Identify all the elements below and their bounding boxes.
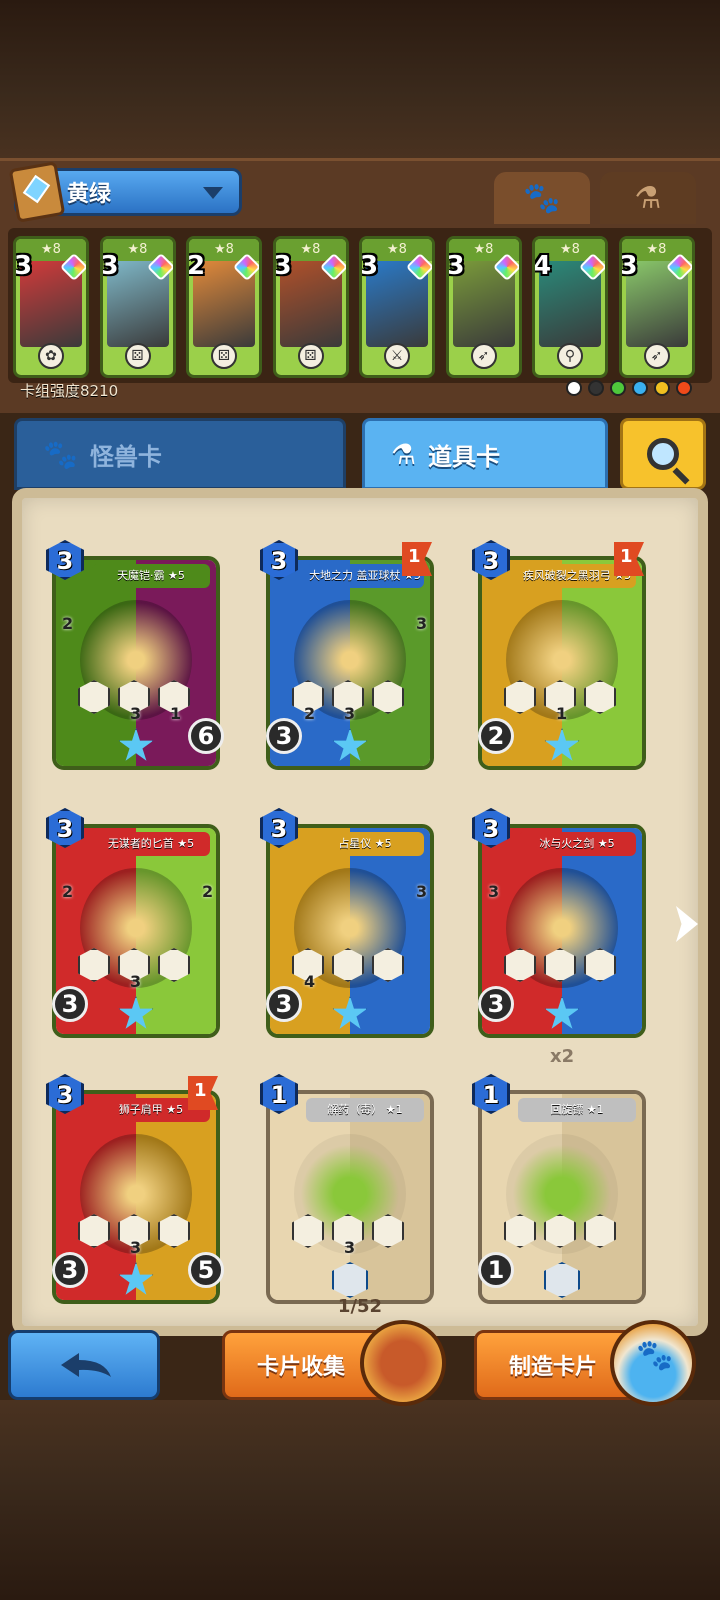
search-icon [647,438,679,470]
effect-value: 1 [556,704,568,723]
sword-icon: ⚔ [384,343,410,369]
back-arrow-icon [61,1353,111,1377]
effect-value: 3 [344,1238,356,1257]
card-title: 回旋镖 ★1 [518,1098,636,1122]
deck-card-slot[interactable]: ★8 3 ⚄ [272,236,349,378]
deck-card-slot[interactable]: ★8 2 ⚄ [186,236,262,378]
card-cost: 3 [619,251,638,281]
durability-value: 3 [52,986,88,1022]
left-stat-value: 2 [62,882,74,901]
element-filter-icon[interactable] [654,380,670,396]
card-cost: 4 [533,251,552,281]
element-filter-icon[interactable] [676,380,692,396]
card-title: 解药（毒） ★1 [306,1098,424,1122]
page-indicator: 1/52 [337,1296,383,1317]
tab-monster-label: 怪兽卡 [89,442,162,471]
element-filter-icon[interactable] [632,380,648,396]
craft-card-label: 制造卡片 [509,1355,598,1380]
card-category-tabs: 🐾 怪兽卡 ⚗ 道具卡 [14,418,706,490]
left-stat-value: 3 [488,882,500,901]
card-cost: 3 [446,251,465,281]
dice-icon: ⚄ [211,343,237,369]
deck-card-slot[interactable]: ★8 4 ⚲ [532,236,608,378]
durability-value: 2 [478,718,514,754]
effect-value: 2 [304,704,316,723]
deck-book-icon [8,161,66,223]
element-filter-icon[interactable] [588,380,604,396]
tab-item-cards[interactable]: ⚗ 道具卡 [362,418,608,490]
card-cost: 3 [273,251,292,281]
tab-monster-deck[interactable]: 🐾 [494,172,590,224]
durability-value: 3 [478,986,514,1022]
card-cost: 3 [14,251,33,281]
back-button[interactable] [8,1330,160,1400]
card-cost: 3 [360,251,379,281]
deck-card-slot[interactable]: ★8 3 ✿ [13,236,89,378]
effect-value: 1 [170,704,182,723]
tab-item-deck[interactable]: ⚗ [600,172,696,224]
card-title: 冰与火之剑 ★5 [518,832,636,856]
paw-jar-icon[interactable]: 🐾 [610,1320,696,1406]
card-title: 占星仪 ★5 [306,832,424,856]
card-collection-label: 卡片收集 [257,1355,346,1380]
search-button[interactable] [620,418,706,490]
paw-icon: 🐾 [636,1338,674,1373]
dice-green-icon: ⚄ [124,343,151,369]
right-stat-value: 2 [202,882,214,901]
tab-monster-cards[interactable]: 🐾 怪兽卡 [14,418,346,490]
paw-icon: 🐾 [523,180,561,216]
effect-value: 3 [344,704,356,723]
element-filter-row [566,380,692,396]
deck-card-slot[interactable]: ★8 3 ⚄ [99,236,176,378]
dice-icon: ⚄ [297,343,324,369]
effect-value: 4 [304,972,316,991]
bow-icon: ➶ [643,343,670,369]
paw-icon: 🐾 [43,437,78,471]
durability-value: 3 [266,986,302,1022]
card-cost: 3 [100,251,119,281]
armor-value: 6 [188,718,224,754]
effect-value: 3 [130,1238,142,1257]
durability-value: 3 [52,1252,88,1288]
deck-name: 黄绿 [67,182,112,207]
deck-card-slot[interactable]: ★8 3 ➶ [618,236,695,378]
potion-icon: ⚗ [634,180,662,216]
card-cost: 2 [187,251,206,281]
deck-power-label: 卡组强度8210 [20,382,119,400]
effect-value: 3 [130,972,142,991]
element-filter-icon[interactable] [566,380,582,396]
top-wood-frame [0,0,720,160]
bow-icon: ➶ [470,343,497,369]
element-filter-icon[interactable] [610,380,626,396]
card-count-multiplier: x2 [550,1046,575,1067]
deck-card-slot[interactable]: ★8 3 ➶ [445,236,522,378]
right-stat-value: 3 [416,614,428,633]
deck-selector-dropdown[interactable]: 黄绿 [8,161,242,223]
effect-value: 3 [130,704,142,723]
bottom-wood-frame [0,1400,720,1600]
armor-value: 5 [188,1252,224,1288]
left-stat-value: 2 [62,614,74,633]
durability-value: 1 [478,1252,514,1288]
card-title: 天魔铠·霸 ★5 [92,564,210,588]
durability-value: 3 [266,718,302,754]
mushroom-icon: ✿ [38,343,64,369]
rod-icon: ⚲ [557,343,583,369]
tab-item-label: 道具卡 [428,442,501,471]
right-stat-value: 3 [416,882,428,901]
potion-icon: ⚗ [391,437,417,471]
card-book-icon[interactable] [360,1320,446,1406]
chevron-down-icon [203,187,223,199]
deck-card-slot[interactable]: ★8 3 ⚔ [359,236,435,378]
card-title: 无谋者的匕首 ★5 [92,832,210,856]
